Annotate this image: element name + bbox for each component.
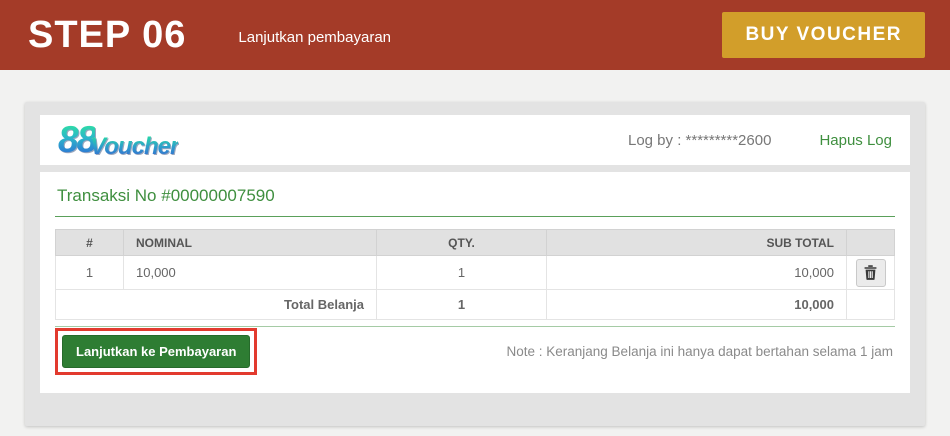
cell-action	[847, 256, 895, 290]
trash-icon	[864, 265, 877, 280]
cell-qty: 1	[377, 256, 547, 290]
highlight-box: Lanjutkan ke Pembayaran	[55, 328, 257, 375]
card-header: 88 Voucher Log by : *********2600 Hapus …	[40, 115, 910, 165]
cart-table: # NOMINAL QTY. SUB TOTAL 1 10,000 1 10,0…	[55, 229, 895, 320]
delete-row-button[interactable]	[856, 259, 886, 287]
column-header-qty: QTY.	[377, 230, 547, 256]
cell-row-number: 1	[56, 256, 124, 290]
total-action-empty-cell	[847, 290, 895, 320]
total-qty: 1	[377, 290, 547, 320]
note-text: Note : Keranjang Belanja ini hanya dapat…	[506, 344, 895, 359]
lanjutkan-pembayaran-button[interactable]: Lanjutkan ke Pembayaran	[62, 335, 250, 368]
column-header-subtotal: SUB TOTAL	[547, 230, 847, 256]
hapus-log-link[interactable]: Hapus Log	[819, 132, 892, 149]
total-row: Total Belanja 1 10,000	[56, 290, 895, 320]
checkout-card: 88 Voucher Log by : *********2600 Hapus …	[25, 102, 925, 426]
step-title: STEP 06	[28, 16, 186, 54]
step-subtitle: Lanjutkan pembayaran	[238, 29, 391, 46]
card-footer: Lanjutkan ke Pembayaran Note : Keranjang…	[55, 328, 895, 375]
transaction-title: Transaksi No #00000007590	[55, 184, 895, 217]
total-amount: 10,000	[547, 290, 847, 320]
cell-subtotal: 10,000	[547, 256, 847, 290]
brand-logo[interactable]: 88 Voucher	[58, 121, 178, 159]
buy-voucher-button[interactable]: BUY VOUCHER	[722, 12, 925, 58]
total-label: Total Belanja	[56, 290, 377, 320]
step-banner: STEP 06 Lanjutkan pembayaran BUY VOUCHER	[0, 0, 950, 70]
card-body: Transaksi No #00000007590 # NOMINAL QTY.…	[40, 172, 910, 393]
footer-divider	[55, 326, 895, 327]
table-header-row: # NOMINAL QTY. SUB TOTAL	[56, 230, 895, 256]
column-header-action	[847, 230, 895, 256]
cell-nominal: 10,000	[124, 256, 377, 290]
table-row: 1 10,000 1 10,000	[56, 256, 895, 290]
logo-voucher-text: Voucher	[90, 135, 178, 159]
column-header-nominal: NOMINAL	[124, 230, 377, 256]
log-by-text: Log by : *********2600	[628, 132, 771, 149]
column-header-no: #	[56, 230, 124, 256]
